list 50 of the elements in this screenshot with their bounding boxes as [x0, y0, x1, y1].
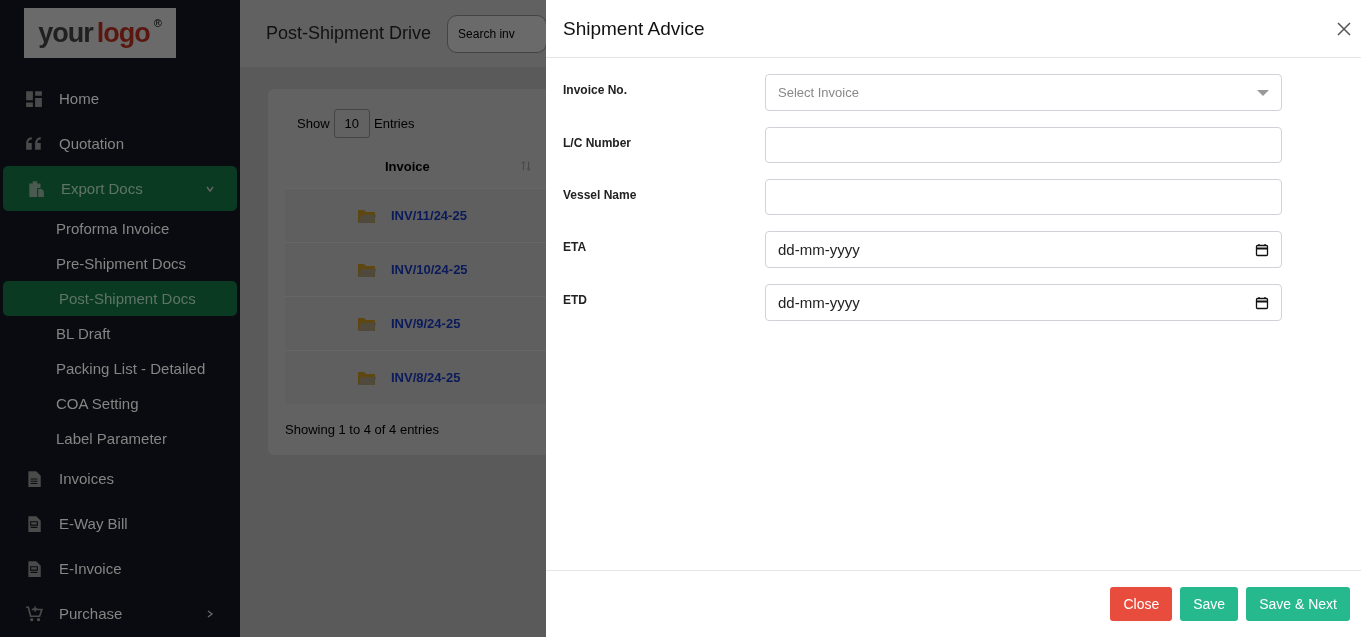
logo-text: your: [38, 17, 93, 49]
receipt-icon: [25, 559, 43, 578]
chevron-icon: [205, 608, 215, 619]
page-size-field[interactable]: 10: [333, 109, 370, 138]
clipboard-icon: [27, 179, 45, 198]
registered-mark: ®: [153, 17, 162, 29]
caret-icon: [1257, 88, 1269, 97]
logo-text: logo: [96, 17, 150, 49]
folder-icon: [357, 261, 377, 278]
input-field[interactable]: [765, 179, 1282, 215]
nav-subitem[interactable]: COA Setting: [3, 386, 237, 421]
folder-icon: [357, 369, 377, 386]
close-icon[interactable]: [1337, 21, 1351, 36]
dashboard-icon: [25, 89, 43, 108]
nav-item[interactable]: Home: [3, 76, 237, 121]
receipt-icon: [25, 514, 43, 533]
date-field[interactable]: dd-mm-yyyy: [765, 284, 1282, 321]
document-icon: [25, 469, 43, 488]
calendar-icon[interactable]: [1255, 242, 1269, 257]
nav-subitem[interactable]: Proforma Invoice: [3, 211, 237, 246]
field-label: Invoice No.: [563, 82, 628, 97]
field-label: L/C Number: [563, 135, 632, 150]
nav-subitem[interactable]: Label Parameter: [3, 421, 237, 456]
folder-icon: [357, 207, 377, 224]
page-title: Post-Shipment Drive: [266, 23, 432, 44]
nav-subitem[interactable]: Pre-Shipment Docs: [3, 246, 237, 281]
input-field[interactable]: [765, 127, 1282, 163]
calendar-icon[interactable]: [1255, 295, 1269, 310]
entries-label: Entries: [374, 116, 415, 131]
column-header[interactable]: Invoice: [385, 158, 430, 174]
cart-icon: [25, 604, 43, 623]
nav-item[interactable]: Purchase: [3, 591, 237, 636]
nav-item[interactable]: E-Way Bill: [3, 501, 237, 546]
footer-button[interactable]: Close: [1110, 587, 1173, 621]
search-field[interactable]: Search inv: [447, 14, 548, 53]
show-label: Show: [297, 116, 330, 131]
panel-title: Shipment Advice: [563, 17, 705, 40]
date-field[interactable]: dd-mm-yyyy: [765, 231, 1282, 268]
quote-icon: [25, 134, 43, 153]
field-label: Vessel Name: [563, 187, 638, 202]
table-info: Showing 1 to 4 of 4 entries: [285, 422, 440, 437]
invoice-select[interactable]: Select Invoice: [765, 74, 1282, 111]
field-label: ETA: [563, 239, 588, 254]
nav-item[interactable]: E-Invoice: [3, 546, 237, 591]
folder-icon: [357, 315, 377, 332]
nav-subitem[interactable]: Packing List - Detailed: [3, 351, 237, 386]
nav-item[interactable]: Quotation: [3, 121, 237, 166]
nav-item[interactable]: Invoices: [3, 456, 237, 501]
nav-subitem[interactable]: BL Draft: [3, 316, 237, 351]
field-label: ETD: [563, 292, 588, 307]
